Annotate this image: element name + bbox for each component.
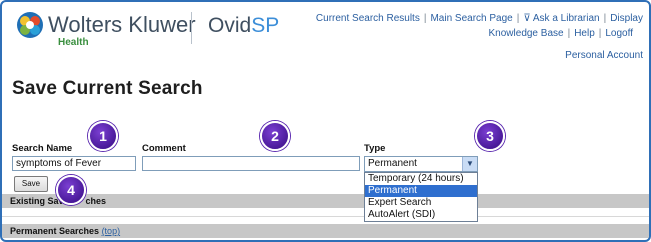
- nav-separator: |: [423, 13, 427, 24]
- top-nav-row-1: Current Search Results | Main Search Page |…: [316, 11, 643, 26]
- header-divider: [191, 12, 192, 44]
- top-nav-row-2: Knowledge Base | Help | Logoff: [316, 26, 633, 41]
- wolters-kluwer-logo-icon: [17, 12, 43, 38]
- comment-label: Comment: [142, 143, 186, 154]
- nav-help[interactable]: Help: [574, 28, 595, 39]
- product-name: OvidSP: [208, 14, 279, 38]
- existing-searches-label-a: Existing Sav: [10, 196, 64, 206]
- type-option[interactable]: Temporary (24 hours): [365, 173, 477, 185]
- nav-logoff[interactable]: Logoff: [605, 28, 633, 39]
- product-name-ovid: Ovid: [208, 14, 252, 37]
- nav-main-search-page[interactable]: Main Search Page: [430, 13, 512, 24]
- permanent-searches-label: Permanent Searches: [10, 226, 100, 236]
- nav-current-search-results[interactable]: Current Search Results: [316, 13, 420, 24]
- nav-ask-a-librarian[interactable]: Ask a Librarian: [533, 13, 600, 24]
- type-option-selected[interactable]: Permanent: [365, 185, 477, 197]
- search-name-label: Search Name: [12, 143, 73, 154]
- chevron-down-icon[interactable]: ▼: [462, 157, 477, 171]
- ask-librarian-icon: ⊽: [523, 13, 533, 24]
- save-button[interactable]: Save: [14, 176, 48, 192]
- permanent-top-link[interactable]: (top): [102, 226, 121, 236]
- search-name-input[interactable]: symptoms of Fever: [12, 156, 136, 171]
- nav-knowledge-base[interactable]: Knowledge Base: [489, 28, 564, 39]
- callout-4: 4: [56, 175, 86, 205]
- callout-2: 2: [260, 121, 290, 151]
- type-dropdown-list: Temporary (24 hours) Permanent Expert Se…: [364, 172, 478, 222]
- nav-separator: |: [567, 28, 571, 39]
- personal-account-link[interactable]: Personal Account: [565, 50, 643, 61]
- screenshot-frame: Wolters Kluwer Health OvidSP Current Sea…: [0, 0, 651, 242]
- type-label: Type: [364, 143, 386, 154]
- nav-display[interactable]: Display: [610, 13, 643, 24]
- brand-sub: Health: [58, 37, 89, 48]
- existing-searches-band: Existing Sav ches: [2, 194, 649, 208]
- permanent-searches-band: Permanent Searches (top): [2, 224, 649, 238]
- type-select-value: Permanent: [368, 158, 417, 169]
- page-title: Save Current Search: [12, 78, 203, 99]
- top-navigation: Current Search Results | Main Search Page |…: [316, 11, 643, 41]
- callout-3: 3: [475, 121, 505, 151]
- nav-separator: |: [516, 13, 520, 24]
- type-select[interactable]: Permanent ▼: [364, 156, 478, 172]
- callout-1: 1: [88, 121, 118, 151]
- existing-searches-label-b: ches: [85, 196, 107, 206]
- type-option[interactable]: AutoAlert (SDI): [365, 209, 477, 221]
- brand-name: Wolters Kluwer: [48, 12, 196, 37]
- comment-input[interactable]: [142, 156, 360, 171]
- nav-separator: |: [603, 13, 607, 24]
- nav-separator: |: [598, 28, 602, 39]
- section-divider: [2, 216, 649, 217]
- type-option[interactable]: Expert Search: [365, 197, 477, 209]
- product-name-sp: SP: [251, 14, 280, 37]
